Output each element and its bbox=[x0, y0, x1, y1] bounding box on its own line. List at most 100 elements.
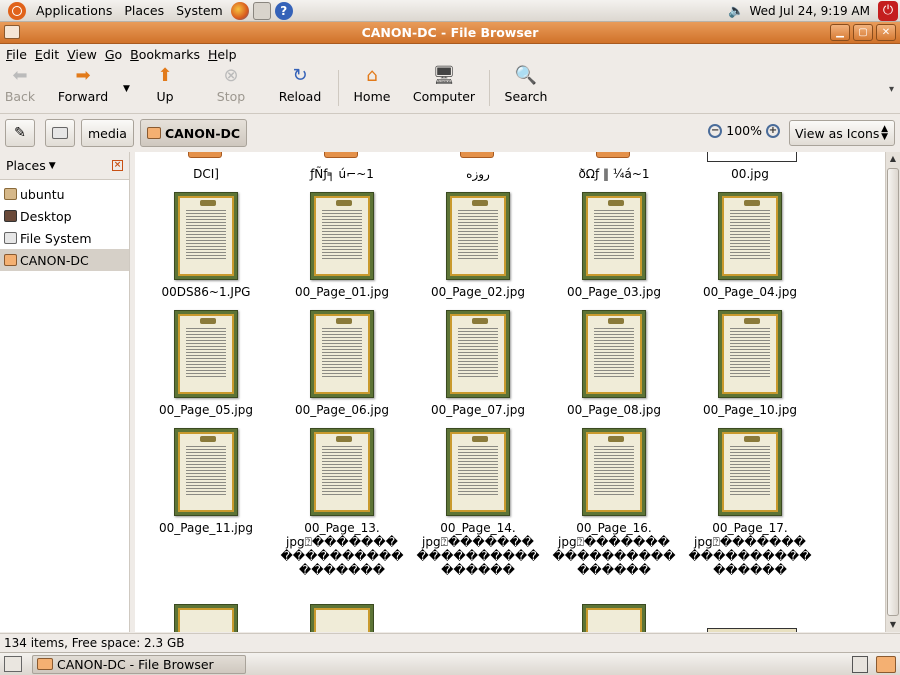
file-item[interactable]: 00_Page_06.jpg bbox=[274, 310, 410, 417]
image-thumbnail-icon[interactable] bbox=[707, 628, 797, 632]
toolbar-overflow-icon[interactable]: ▾ bbox=[889, 84, 894, 95]
zoom-in-icon[interactable]: + bbox=[766, 123, 780, 138]
menu-view[interactable]: View bbox=[63, 47, 101, 62]
vertical-scrollbar[interactable]: ▲ ▼ bbox=[885, 152, 900, 632]
file-item[interactable]: 00DS86~1.JPG bbox=[138, 192, 274, 299]
image-thumbnail-icon bbox=[174, 192, 238, 280]
scrollbar-thumb[interactable] bbox=[887, 168, 899, 616]
zoom-level[interactable]: 100% bbox=[726, 123, 762, 138]
ubuntu-logo-icon[interactable] bbox=[8, 1, 26, 20]
file-item[interactable]: 00_Page_14. jpg⍰������� ���������� �����… bbox=[410, 428, 546, 577]
edit-location-button[interactable]: ✎ bbox=[5, 119, 35, 147]
file-item[interactable]: DCI] bbox=[138, 167, 274, 181]
bottom-panel-tray bbox=[852, 656, 896, 673]
clock[interactable]: Wed Jul 24, 9:19 AM bbox=[750, 4, 871, 18]
sidebar-item-canon-dc[interactable]: CANON-DC bbox=[0, 249, 129, 271]
image-thumbnail-icon bbox=[718, 428, 782, 516]
window-titlebar[interactable]: CANON-DC - File Browser ▁ ▢ ✕ bbox=[0, 22, 900, 44]
sidebar-item-desktop[interactable]: Desktop bbox=[0, 205, 129, 227]
panel-tray: 🔈 Wed Jul 24, 9:19 AM ⏻ bbox=[728, 0, 900, 22]
chevron-down-icon: ▼ bbox=[48, 160, 56, 171]
file-item[interactable]: 00_Page_16. jpg⍰������� ���������� �����… bbox=[546, 428, 682, 577]
file-item[interactable]: 00_Page_01.jpg bbox=[274, 192, 410, 299]
forward-history-dropdown-icon[interactable]: ▼ bbox=[123, 84, 130, 94]
scroll-down-icon[interactable]: ▼ bbox=[886, 618, 900, 632]
sidebar-header[interactable]: Places ▼ × bbox=[0, 152, 129, 180]
menu-file[interactable]: File bbox=[2, 47, 31, 62]
home-button[interactable]: ⌂ Home bbox=[347, 64, 397, 112]
firefox-launcher-icon[interactable] bbox=[230, 1, 249, 20]
taskbar-window-button[interactable]: CANON-DC - File Browser bbox=[32, 654, 246, 674]
file-item[interactable]: ðΩƒ ‖ ¼á~1 bbox=[546, 167, 682, 181]
folder-icon[interactable] bbox=[460, 152, 494, 158]
image-thumbnail-icon[interactable] bbox=[707, 152, 797, 162]
close-button[interactable]: ✕ bbox=[876, 24, 896, 41]
file-item[interactable]: روزه bbox=[410, 167, 546, 181]
up-arrow-icon: ⬆ bbox=[157, 64, 173, 86]
power-icon[interactable]: ⏻ bbox=[878, 1, 898, 21]
toolbar-separator bbox=[338, 70, 339, 106]
forward-arrow-icon: ➡ bbox=[75, 64, 91, 86]
back-arrow-icon: ⬅ bbox=[12, 64, 28, 86]
image-thumbnail-icon bbox=[446, 192, 510, 280]
drive-icon bbox=[52, 127, 68, 139]
reload-button[interactable]: ↻ Reload bbox=[270, 64, 330, 112]
mail-launcher-icon[interactable] bbox=[252, 1, 271, 20]
window-menu-icon[interactable] bbox=[4, 25, 20, 39]
file-item[interactable]: 00_Page_04.jpg bbox=[682, 192, 818, 299]
file-item[interactable]: 00_Page_17. jpg⍰������� ���������� �����… bbox=[682, 428, 818, 577]
show-desktop-icon[interactable] bbox=[4, 656, 22, 672]
folder-icon[interactable] bbox=[324, 152, 358, 158]
view-mode-select[interactable]: View as Icons ▲ ▼ bbox=[789, 120, 895, 146]
minimize-button[interactable]: ▁ bbox=[830, 24, 850, 41]
computer-button[interactable]: 🖥 Computer bbox=[407, 64, 481, 112]
bottom-panel: CANON-DC - File Browser bbox=[0, 652, 900, 675]
file-item[interactable]: 00_Page_05.jpg bbox=[138, 310, 274, 417]
file-item[interactable]: 00_Page_08.jpg bbox=[546, 310, 682, 417]
sidebar-item-ubuntu[interactable]: ubuntu bbox=[0, 183, 129, 205]
sidebar-close-icon[interactable]: × bbox=[112, 160, 123, 171]
folder-icon[interactable] bbox=[596, 152, 630, 158]
menu-go[interactable]: Go bbox=[101, 47, 126, 62]
search-button[interactable]: 🔍 Search bbox=[498, 64, 554, 112]
file-item[interactable]: 00_Page_10.jpg bbox=[682, 310, 818, 417]
breadcrumb-media[interactable]: media bbox=[81, 119, 134, 147]
file-item[interactable]: ƒÑƒ╕ ú⌐~1 bbox=[274, 167, 410, 181]
status-bar: 134 items, Free space: 2.3 GB bbox=[0, 633, 900, 651]
image-thumbnail-icon bbox=[310, 310, 374, 398]
trash-icon[interactable] bbox=[876, 656, 896, 673]
image-thumbnail-icon[interactable] bbox=[174, 604, 238, 632]
file-item[interactable]: 00_Page_07.jpg bbox=[410, 310, 546, 417]
image-thumbnail-icon[interactable] bbox=[582, 604, 646, 632]
file-item[interactable]: 00.jpg bbox=[682, 167, 818, 181]
maximize-button[interactable]: ▢ bbox=[853, 24, 873, 41]
folder-icon[interactable] bbox=[188, 152, 222, 158]
file-item[interactable]: 00_Page_13. jpg⍰������� ���������� �����… bbox=[274, 428, 410, 577]
menu-help[interactable]: Help bbox=[204, 47, 241, 62]
workspace-switcher-icon[interactable] bbox=[852, 656, 868, 673]
places-menu[interactable]: Places bbox=[118, 3, 170, 18]
forward-button[interactable]: ➡ Forward bbox=[48, 64, 118, 112]
system-menu[interactable]: System bbox=[170, 3, 229, 18]
camera-icon bbox=[37, 658, 53, 670]
scroll-up-icon[interactable]: ▲ bbox=[886, 152, 900, 166]
help-launcher-icon[interactable]: ? bbox=[274, 1, 293, 20]
computer-icon: 🖥 bbox=[432, 64, 456, 86]
up-button[interactable]: ⬆ Up bbox=[140, 64, 190, 112]
stop-button[interactable]: ⊗ Stop bbox=[206, 64, 256, 112]
applications-menu[interactable]: Applications bbox=[30, 3, 118, 18]
image-thumbnail-icon[interactable] bbox=[310, 604, 374, 632]
desktop-icon bbox=[4, 210, 17, 222]
volume-icon[interactable]: 🔈 bbox=[728, 4, 744, 19]
menu-bookmarks[interactable]: Bookmarks bbox=[126, 47, 204, 62]
file-item[interactable]: 00_Page_02.jpg bbox=[410, 192, 546, 299]
breadcrumb-root[interactable] bbox=[45, 119, 75, 147]
zoom-out-icon[interactable]: − bbox=[708, 123, 723, 138]
file-item[interactable]: 00_Page_11.jpg bbox=[138, 428, 274, 535]
sidebar-item-file-system[interactable]: File System bbox=[0, 227, 129, 249]
file-item[interactable]: 00_Page_03.jpg bbox=[546, 192, 682, 299]
reload-icon: ↻ bbox=[292, 64, 308, 86]
breadcrumb-canon-dc[interactable]: CANON-DC bbox=[139, 119, 248, 147]
back-button[interactable]: ⬅ Back bbox=[0, 64, 40, 112]
menu-edit[interactable]: Edit bbox=[31, 47, 63, 62]
